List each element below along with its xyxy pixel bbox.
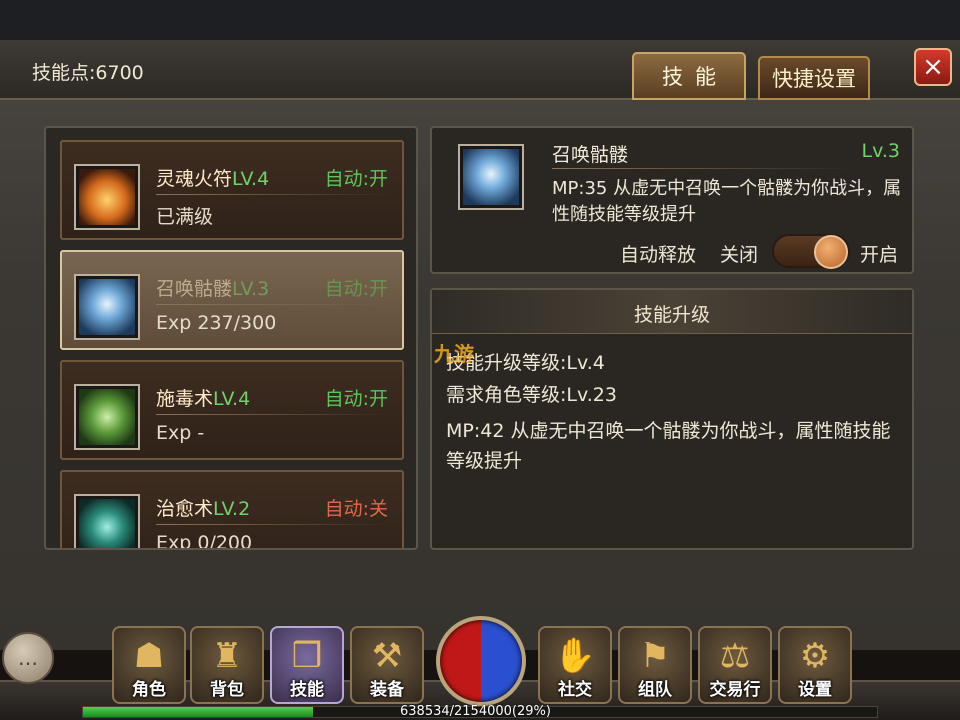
auto-status: 自动:开 bbox=[324, 388, 388, 410]
chat-button[interactable]: … bbox=[2, 632, 54, 684]
nav-label: 装备 bbox=[370, 680, 404, 700]
nav-label: 社交 bbox=[558, 680, 592, 700]
toggle-knob[interactable] bbox=[814, 235, 848, 269]
equipment-icon: ⚒ bbox=[371, 636, 403, 676]
skill-name: 灵魂火符 bbox=[156, 168, 233, 190]
skill-level: LV.4 bbox=[232, 168, 270, 190]
nav-skill[interactable]: ❒ 技能 bbox=[270, 626, 344, 704]
detail-divider bbox=[552, 168, 852, 169]
skill-progress: Exp 237/300 bbox=[156, 312, 277, 334]
skill-row-heal[interactable]: 治愈术LV.2 自动:关 Exp 0/200 bbox=[60, 470, 404, 550]
row-divider bbox=[156, 414, 392, 415]
skill-detail: 召唤骷髅 Lv.3 MP:35 从虚无中召唤一个骷髅为你战斗，属性随技能等级提升… bbox=[430, 126, 914, 274]
nav-label: 角色 bbox=[132, 680, 166, 700]
close-button[interactable]: × bbox=[914, 48, 952, 86]
bag-icon: ♜ bbox=[211, 636, 243, 676]
nav-bag[interactable]: ♜ 背包 bbox=[190, 626, 264, 704]
toggle-off-label: 关闭 bbox=[720, 244, 759, 266]
tab-skill[interactable]: 技能 bbox=[632, 52, 746, 100]
nav-settings[interactable]: ⚙ 设置 bbox=[778, 626, 852, 704]
skill-upgrade-panel: 技能升级 技能升级等级:Lv.4 需求角色等级:Lv.23 MP:42 从虚无中… bbox=[430, 288, 914, 550]
skill-level: LV.4 bbox=[213, 388, 251, 410]
skill-points: 技能点:6700 bbox=[32, 62, 144, 84]
nav-social[interactable]: ✋ 社交 bbox=[538, 626, 612, 704]
auto-status: 自动:关 bbox=[324, 498, 388, 520]
auto-release-label: 自动释放 bbox=[620, 244, 697, 266]
nav-team[interactable]: ⚑ 组队 bbox=[618, 626, 692, 704]
nav-equipment[interactable]: ⚒ 装备 bbox=[350, 626, 424, 704]
skull-icon bbox=[458, 144, 524, 210]
gear-icon: ⚙ bbox=[799, 636, 831, 676]
status-bar bbox=[0, 0, 960, 40]
row-divider bbox=[156, 304, 392, 305]
skill-level: LV.2 bbox=[213, 498, 251, 520]
handshake-icon: ✋ bbox=[553, 636, 597, 676]
nav-label: 背包 bbox=[210, 680, 244, 700]
exp-bar-fill bbox=[83, 707, 314, 717]
heal-icon bbox=[74, 494, 140, 548]
skill-row-soul-fire[interactable]: 灵魂火符LV.4 自动:开 已满级 bbox=[60, 140, 404, 240]
skill-book-icon: ❒ bbox=[291, 636, 323, 676]
skill-row-poison[interactable]: 施毒术LV.4 自动:开 Exp - bbox=[60, 360, 404, 460]
nav-label: 交易行 bbox=[709, 680, 761, 700]
upgrade-title: 技能升级 bbox=[633, 304, 710, 326]
skill-name: 召唤骷髅 bbox=[156, 278, 233, 300]
auto-release-toggle[interactable] bbox=[772, 234, 850, 269]
nav-character[interactable]: ☗ 角色 bbox=[112, 626, 186, 704]
skill-list[interactable]: 灵魂火符LV.4 自动:开 已满级 召唤骷髅LV.3 自动:开 Exp 237/… bbox=[44, 126, 418, 550]
row-divider bbox=[156, 194, 392, 195]
character-icon: ☗ bbox=[133, 636, 165, 676]
nav-label: 技能 bbox=[290, 680, 324, 700]
skill-progress: Exp - bbox=[156, 422, 205, 444]
watermark-logo: 九游 bbox=[434, 342, 474, 366]
nav-label: 设置 bbox=[798, 680, 832, 700]
toggle-on-label: 开启 bbox=[860, 244, 899, 266]
nav-label: 组队 bbox=[638, 680, 672, 700]
upgrade-required-level: 需求角色等级:Lv.23 bbox=[446, 384, 617, 406]
skill-row-summon-skeleton[interactable]: 召唤骷髅LV.3 自动:开 Exp 237/300 bbox=[60, 250, 404, 350]
hp-mp-orb bbox=[436, 616, 526, 706]
chat-bubble-icon: … bbox=[18, 646, 38, 670]
skill-name: 施毒术 bbox=[156, 388, 214, 410]
auto-status: 自动:开 bbox=[324, 278, 388, 300]
skill-progress: Exp 0/200 bbox=[156, 532, 253, 550]
exp-text: 638534/2154000(29%) bbox=[400, 704, 551, 719]
auto-status: 自动:开 bbox=[324, 168, 388, 190]
upgrade-description: MP:42 从虚无中召唤一个骷髅为你战斗，属性随技能等级提升 bbox=[446, 420, 891, 472]
skull-icon bbox=[74, 274, 140, 340]
close-icon: × bbox=[922, 52, 944, 82]
detail-skill-level: Lv.3 bbox=[861, 140, 900, 162]
trade-hammer-icon: ⚖ bbox=[719, 636, 751, 676]
nav-trade[interactable]: ⚖ 交易行 bbox=[698, 626, 772, 704]
skill-level: LV.3 bbox=[232, 278, 270, 300]
detail-skill-name: 召唤骷髅 bbox=[552, 144, 629, 166]
detail-description: MP:35 从虚无中召唤一个骷髅为你战斗，属性随技能等级提升 bbox=[552, 178, 902, 225]
skill-name: 治愈术 bbox=[156, 498, 214, 520]
skill-progress: 已满级 bbox=[156, 206, 214, 228]
soul-fire-icon bbox=[74, 164, 140, 230]
team-icon: ⚑ bbox=[639, 636, 671, 676]
poison-icon bbox=[74, 384, 140, 450]
tab-quick-settings[interactable]: 快捷设置 bbox=[758, 56, 870, 100]
row-divider bbox=[156, 524, 392, 525]
